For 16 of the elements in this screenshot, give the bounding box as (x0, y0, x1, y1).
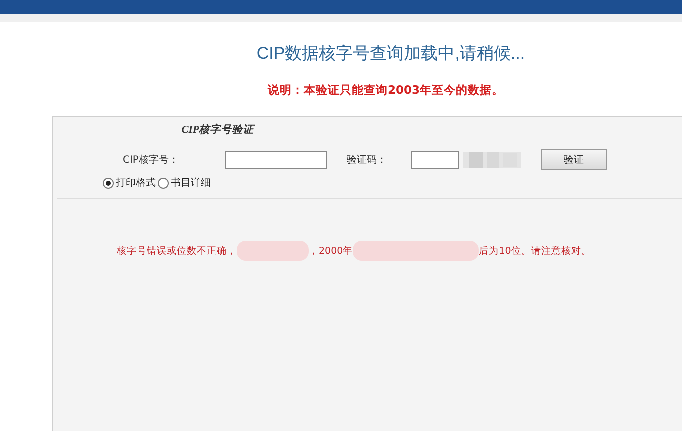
notice-text: 说明：本验证只能查询2003年至今的数据。 (266, 82, 505, 98)
radio-icon[interactable] (158, 178, 169, 188)
redaction-blur (237, 241, 309, 261)
loading-title: CIP数据核字号查询加载中,请稍候... (256, 43, 526, 65)
error-text: 后为10位。请注意核对。 (479, 244, 592, 258)
input-field[interactable] (411, 150, 459, 168)
input-field[interactable] (225, 150, 327, 168)
field-label: 验证码： (347, 154, 388, 166)
format-radio[interactable]: 书目详细 (158, 176, 211, 190)
panel-title: CIP核字号验证 (180, 122, 256, 137)
format-radio[interactable]: 打印格式 (103, 176, 156, 190)
error-text: ，2000年 (309, 244, 354, 258)
verify-button[interactable]: 验证 (541, 149, 607, 170)
radio-icon[interactable] (103, 178, 114, 188)
field-label: CIP核字号： (123, 154, 180, 166)
error-text: 核字号错误或位数不正确， (117, 244, 237, 258)
